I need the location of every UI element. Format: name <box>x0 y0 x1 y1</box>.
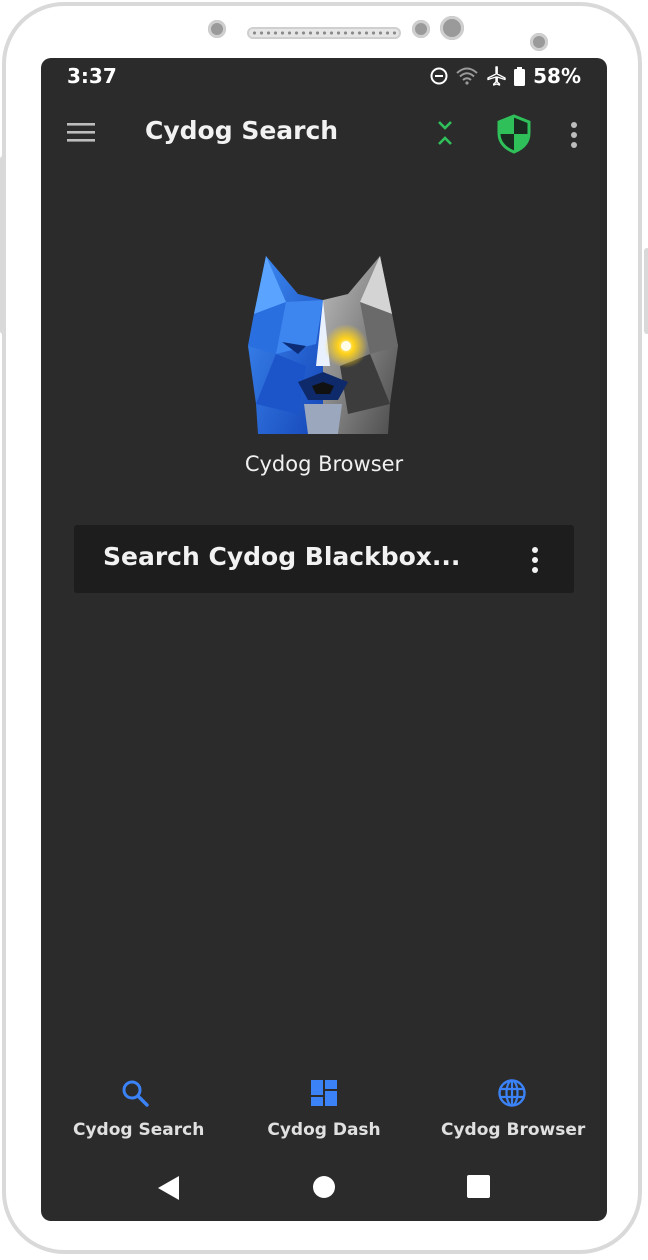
nav-item-cydog-search[interactable]: Cydog Search <box>73 1078 205 1148</box>
airplane-mode-icon <box>487 66 506 86</box>
front-sensor <box>208 20 226 38</box>
nav-item-cydog-dash[interactable]: Cydog Dash <box>267 1078 381 1148</box>
earpiece-speaker <box>247 27 401 39</box>
wifi-icon <box>456 67 478 85</box>
recents-icon[interactable] <box>467 1175 490 1198</box>
search-placeholder: Search Cydog Blackbox... <box>103 542 461 571</box>
search-bar[interactable]: Search Cydog Blackbox... <box>74 525 574 593</box>
globe-icon <box>498 1079 526 1107</box>
bottom-navigation: Cydog Search Cydog Dash Cydog Browser <box>41 1078 607 1148</box>
dashboard-icon <box>311 1080 337 1106</box>
power-button <box>0 156 6 334</box>
front-camera <box>440 16 464 40</box>
logo-caption: Cydog Browser <box>244 452 404 476</box>
collapse-icon[interactable] <box>432 118 458 148</box>
do-not-disturb-icon <box>430 67 448 85</box>
system-navigation <box>41 1163 607 1213</box>
front-sensor <box>412 20 430 38</box>
cydog-logo <box>248 256 398 434</box>
menu-icon[interactable] <box>67 122 97 144</box>
nav-item-cydog-browser[interactable]: Cydog Browser <box>441 1078 586 1148</box>
search-icon <box>122 1080 149 1107</box>
battery-percent: 58% <box>533 64 581 88</box>
home-icon[interactable] <box>312 1175 336 1199</box>
nav-label: Cydog Browser <box>441 1120 586 1140</box>
proximity-sensor <box>530 33 548 51</box>
nav-label: Cydog Dash <box>267 1120 381 1140</box>
status-icons: 58% <box>430 64 581 88</box>
app-bar: Cydog Search <box>41 102 607 166</box>
status-bar: 3:37 58% <box>41 58 607 94</box>
screen: 3:37 58% Cydog Search Cydog Browser Sear… <box>41 58 607 1221</box>
more-vert-icon[interactable] <box>567 120 581 150</box>
back-icon[interactable] <box>157 1175 181 1201</box>
shield-icon[interactable] <box>496 114 532 154</box>
app-title: Cydog Search <box>145 116 339 145</box>
volume-button <box>644 248 648 334</box>
search-options-icon[interactable] <box>528 545 542 575</box>
status-time: 3:37 <box>67 64 117 88</box>
battery-icon <box>514 66 526 86</box>
nav-label: Cydog Search <box>73 1120 205 1140</box>
